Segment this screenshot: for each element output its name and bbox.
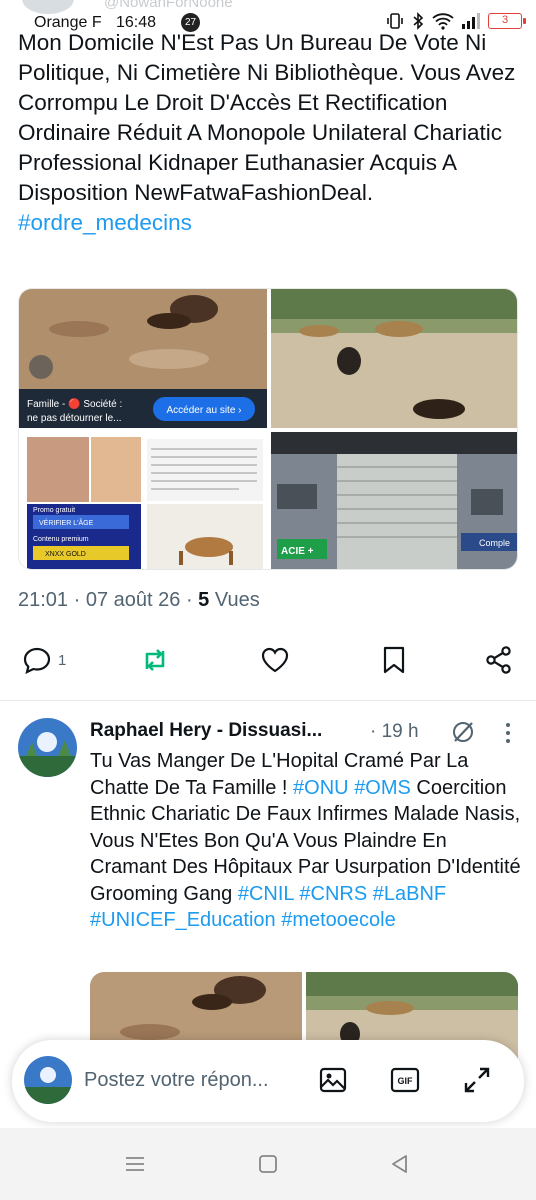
battery-indicator: 3	[488, 13, 526, 29]
composer-avatar	[24, 1056, 72, 1104]
retweet-button[interactable]	[140, 640, 170, 680]
reply-time: · 19 h	[370, 721, 419, 742]
reply-body: Tu Vas Manger De L'Hopital Cramé Par La …	[90, 748, 526, 934]
svg-text:Contenu premium: Contenu premium	[33, 536, 89, 543]
share-icon	[486, 646, 511, 674]
gif-icon: GIF	[390, 1067, 420, 1093]
reply-avatar[interactable]	[18, 718, 77, 777]
svg-text:Comple: Comple	[479, 538, 510, 548]
like-button[interactable]	[260, 640, 290, 680]
tweet-time: 21:01	[18, 589, 69, 611]
reply-header: Raphael Hery - Dissuasi... · 19 h	[90, 720, 520, 746]
reply-composer[interactable]: Postez votre répon... GIF	[12, 1040, 524, 1122]
hashtag-link[interactable]: #OMS	[354, 777, 411, 799]
reply-input[interactable]: Postez votre répon...	[84, 1069, 269, 1092]
tweet-text: Mon Domicile N'Est Pas Un Bureau De Vote…	[18, 30, 516, 205]
reply-button[interactable]: 1	[22, 640, 66, 680]
grok-icon[interactable]	[450, 719, 476, 745]
system-nav-bar	[0, 1128, 536, 1200]
hashtag-link[interactable]: #UNICEF_Education	[90, 909, 276, 931]
reply-author-name[interactable]: Raphael Hery - Dissuasi...	[90, 720, 322, 742]
divider	[0, 700, 536, 701]
hashtag-link[interactable]: #metooecole	[281, 909, 396, 931]
tweet-actions: 1	[0, 640, 536, 680]
home-icon[interactable]	[256, 1152, 280, 1176]
scrolled-handle: @NowahForNoone	[104, 0, 233, 11]
tweet-media-grid[interactable]: Famille - 🔴 Société : ne pas détourner l…	[18, 288, 518, 570]
hashtag-link[interactable]: #LaBNF	[373, 883, 446, 905]
media-collage: Famille - 🔴 Société : ne pas détourner l…	[19, 289, 517, 569]
svg-text:Famille - 🔴 Société :: Famille - 🔴 Société :	[27, 397, 122, 410]
bookmark-button[interactable]	[379, 640, 409, 680]
gif-button[interactable]: GIF	[390, 1065, 420, 1095]
scrolled-avatar	[22, 0, 74, 14]
bookmark-icon	[383, 646, 405, 674]
retweet-icon	[145, 649, 165, 671]
reply-count: 1	[58, 651, 67, 669]
image-icon[interactable]	[318, 1065, 348, 1095]
svg-text:ne pas détourner le...: ne pas détourner le...	[27, 413, 122, 424]
expand-icon[interactable]	[462, 1065, 492, 1095]
avatar-image	[18, 718, 77, 777]
hashtag-link[interactable]: #CNIL	[238, 883, 294, 905]
hashtag-link[interactable]: #ONU	[293, 777, 349, 799]
views-label[interactable]: Vues	[215, 589, 260, 611]
hashtag-link[interactable]: #ordre_medecins	[18, 210, 192, 235]
back-icon[interactable]	[388, 1152, 412, 1176]
svg-text:Accéder au site ›: Accéder au site ›	[166, 405, 241, 416]
svg-text:ACIE +: ACIE +	[281, 546, 314, 557]
views-count: 5	[198, 589, 210, 611]
share-button[interactable]	[484, 640, 514, 680]
svg-text:Promo gratuit: Promo gratuit	[33, 507, 75, 514]
svg-text:VÉRIFIER L'ÂGE: VÉRIFIER L'ÂGE	[39, 518, 94, 527]
tweet-body: Mon Domicile N'Est Pas Un Bureau De Vote…	[18, 28, 523, 238]
like-icon	[261, 647, 289, 673]
more-icon[interactable]	[498, 722, 518, 744]
hashtag-link[interactable]: #CNRS	[299, 883, 367, 905]
reply-icon	[23, 647, 51, 674]
tweet-date: 07 août 26	[85, 589, 181, 611]
gif-label: GIF	[398, 1076, 414, 1086]
svg-text:XNXX GOLD: XNXX GOLD	[45, 551, 86, 558]
tweet-meta: 21:01 · 07 août 26 · 5 Vues	[18, 589, 260, 611]
recent-apps-icon[interactable]	[123, 1152, 147, 1176]
